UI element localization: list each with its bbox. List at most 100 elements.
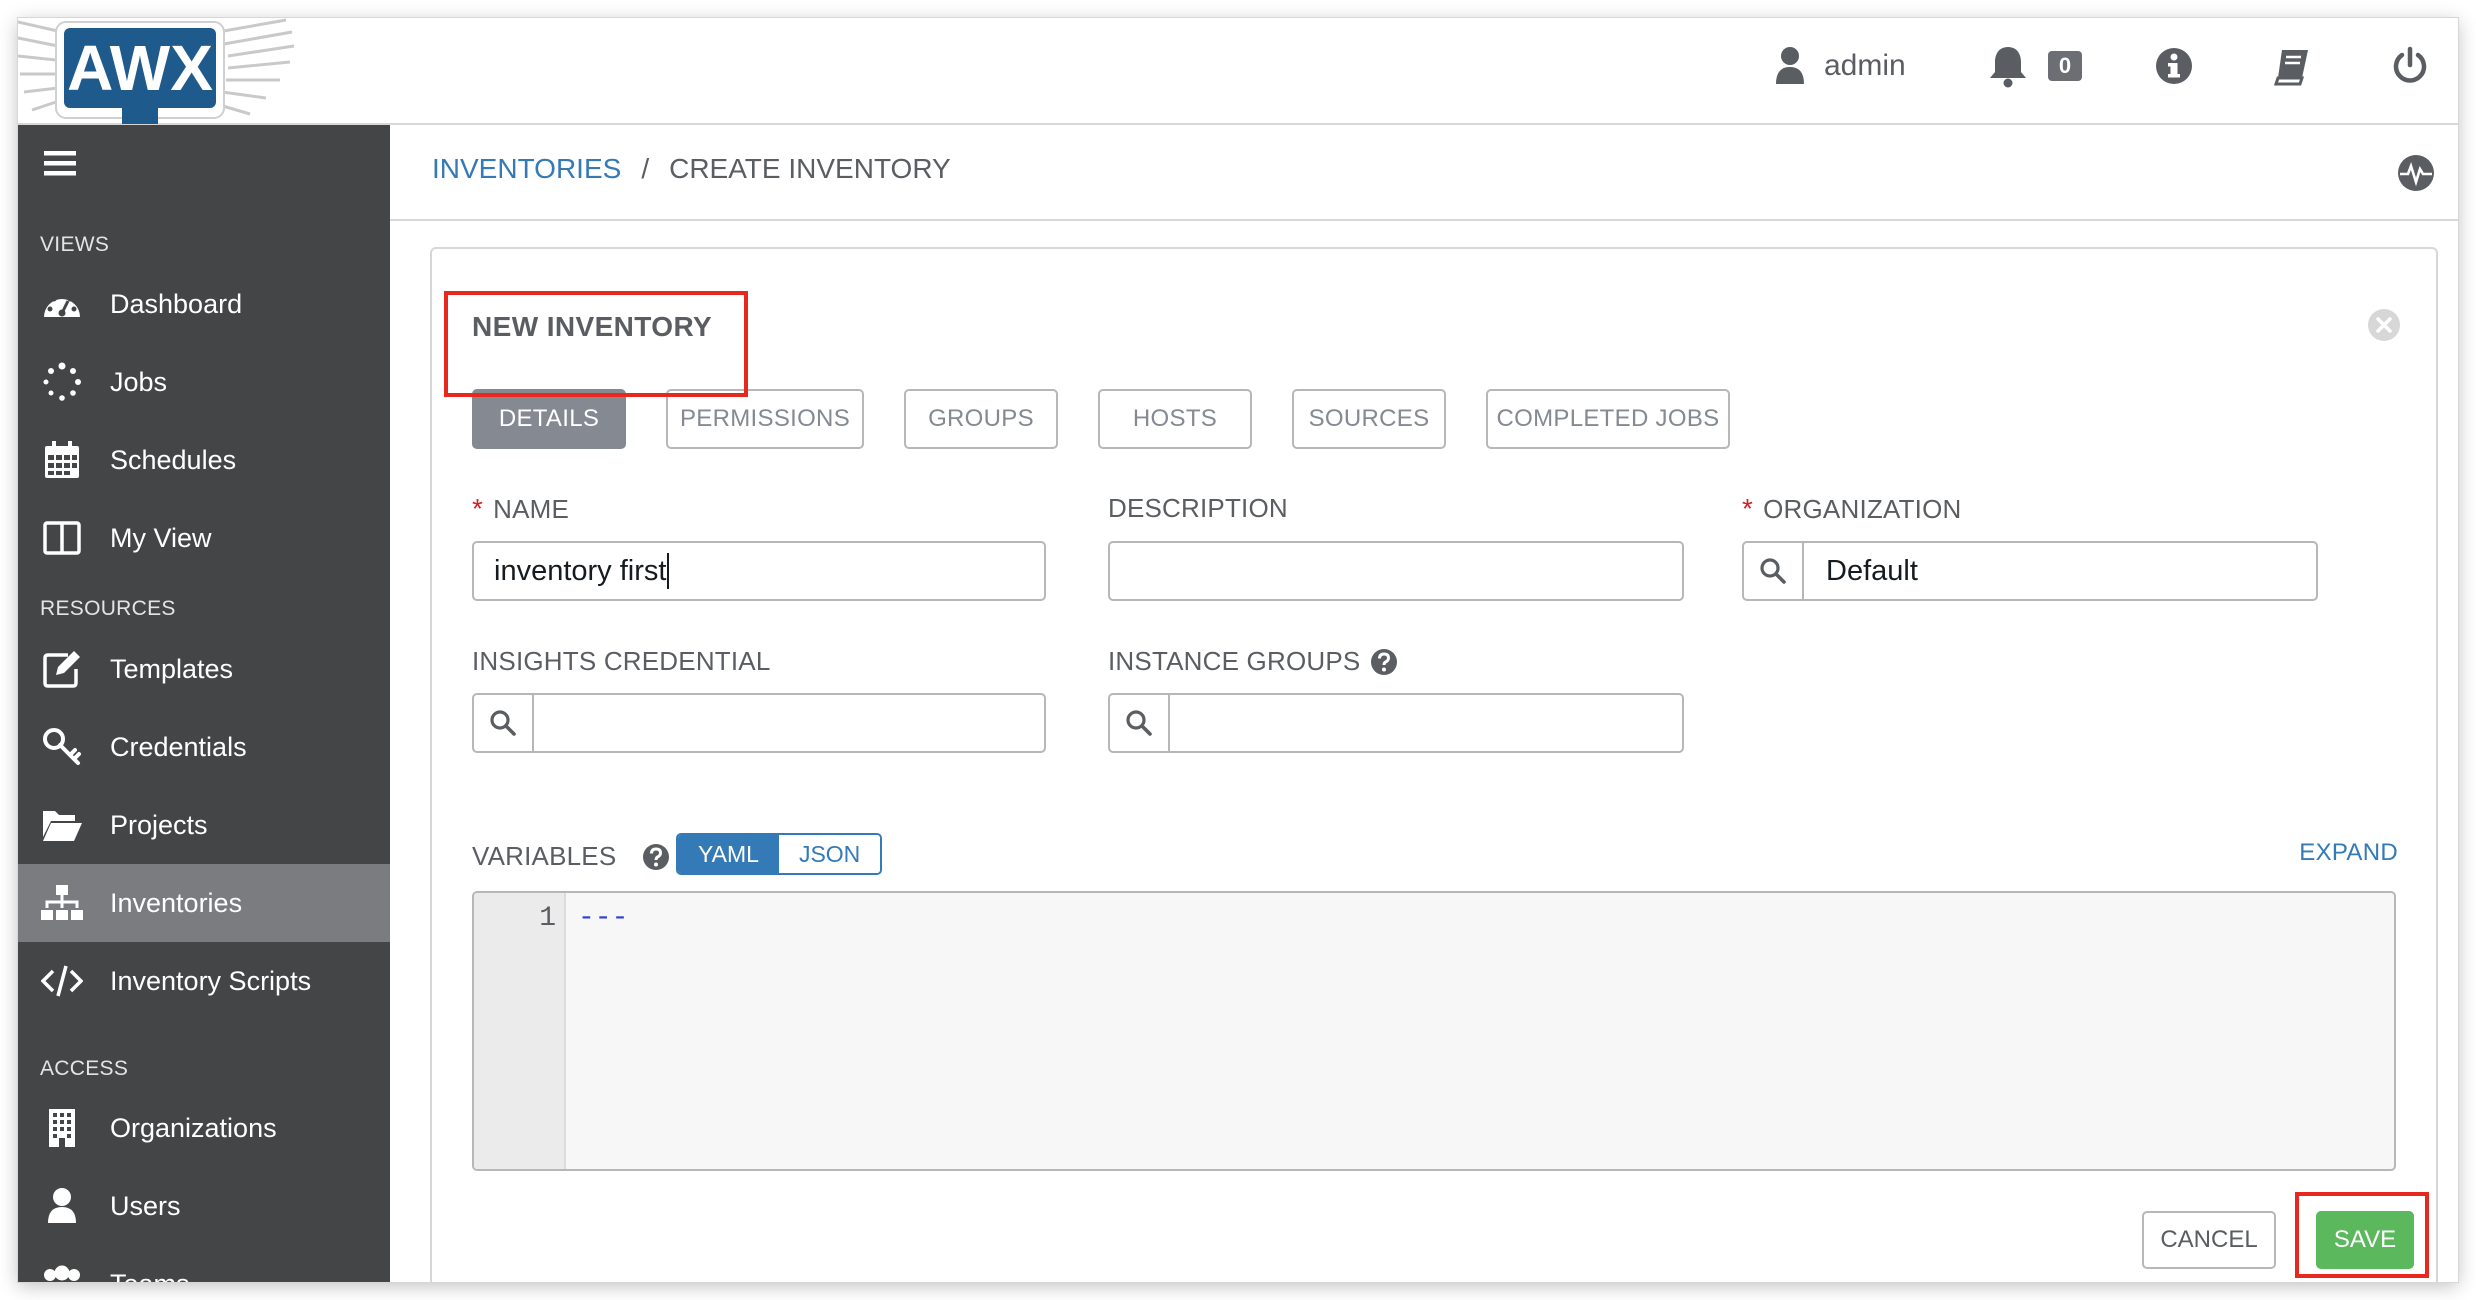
insights-credential-label: INSIGHTS CREDENTIAL: [472, 646, 771, 677]
variables-label: VARIABLES: [472, 841, 670, 872]
description-input[interactable]: [1108, 541, 1684, 601]
notifications[interactable]: 0: [1988, 42, 2082, 90]
insights-credential-value[interactable]: [534, 695, 1044, 751]
hamburger-menu-icon[interactable]: [40, 143, 80, 183]
name-input-value: inventory first: [494, 554, 667, 587]
close-icon[interactable]: [2366, 307, 2402, 343]
top-header: AWX admin 0: [18, 18, 2458, 125]
insights-credential-label-text: INSIGHTS CREDENTIAL: [472, 646, 771, 676]
sidebar-item-label: Inventory Scripts: [110, 965, 312, 996]
name-input[interactable]: inventory first: [472, 541, 1046, 601]
search-icon: [490, 710, 516, 736]
code-line[interactable]: ---: [578, 903, 628, 934]
columns-icon: [36, 518, 88, 558]
instance-groups-label-text: INSTANCE GROUPS: [1108, 646, 1361, 676]
user-icon: [1776, 47, 1804, 84]
sidebar-item-inventories[interactable]: Inventories: [18, 864, 390, 942]
bell-icon[interactable]: [1988, 44, 2028, 88]
organization-search-button[interactable]: [1744, 543, 1804, 599]
tab-hosts[interactable]: HOSTS: [1098, 389, 1252, 449]
sidebar-item-organizations[interactable]: Organizations: [18, 1089, 390, 1167]
organization-lookup[interactable]: Default: [1742, 541, 2318, 601]
line-gutter: 1: [474, 893, 566, 1169]
sidebar-item-label: Schedules: [110, 444, 237, 475]
yaml-toggle[interactable]: YAML: [678, 835, 779, 873]
variables-format-toggle: YAML JSON: [676, 833, 883, 875]
breadcrumb-inventories-link[interactable]: INVENTORIES: [432, 153, 621, 185]
jobs-spinner-icon: [36, 362, 88, 402]
tab-sources[interactable]: SOURCES: [1292, 389, 1446, 449]
sidebar-item-projects[interactable]: Projects: [18, 786, 390, 864]
tab-completed-jobs[interactable]: COMPLETED JOBS: [1486, 389, 1730, 449]
sidebar-item-dashboard[interactable]: Dashboard: [18, 265, 390, 343]
save-button[interactable]: SAVE: [2316, 1211, 2414, 1269]
user-menu[interactable]: admin: [1774, 42, 1906, 90]
code-icon: [36, 961, 88, 1001]
sidebar-item-users[interactable]: Users: [18, 1167, 390, 1245]
breadcrumb-current: CREATE INVENTORY: [669, 153, 951, 184]
breadcrumb-bar: INVENTORIES / CREATE INVENTORY: [390, 125, 2458, 221]
required-marker: *: [472, 493, 484, 524]
help-icon[interactable]: [1370, 648, 1398, 676]
insights-credential-lookup[interactable]: [472, 693, 1046, 753]
text-caret: [667, 553, 670, 589]
docs-book-icon[interactable]: [2268, 42, 2316, 90]
json-toggle[interactable]: JSON: [778, 835, 881, 873]
sidebar: VIEWS Dashboard Jobs Schedules My View R…: [18, 125, 390, 1282]
sidebar-item-label: Organizations: [110, 1112, 277, 1143]
sidebar-item-label: Templates: [110, 653, 234, 684]
search-icon: [1126, 710, 1152, 736]
cancel-button[interactable]: CANCEL: [2142, 1211, 2276, 1269]
users-icon: [36, 1264, 88, 1282]
sidebar-item-label: Dashboard: [110, 288, 243, 319]
activity-stream-icon[interactable]: [2396, 153, 2436, 193]
sidebar-item-label: Projects: [110, 809, 208, 840]
sidebar-item-jobs[interactable]: Jobs: [18, 343, 390, 421]
insights-credential-search-button[interactable]: [474, 695, 534, 751]
instance-groups-label: INSTANCE GROUPS: [1108, 646, 1398, 677]
instance-groups-value[interactable]: [1170, 695, 1682, 751]
tab-groups[interactable]: GROUPS: [904, 389, 1058, 449]
user-icon: [36, 1186, 88, 1226]
tab-permissions[interactable]: PERMISSIONS: [666, 389, 864, 449]
search-icon: [1760, 558, 1786, 584]
variables-label-text: VARIABLES: [472, 841, 617, 871]
sidebar-item-credentials[interactable]: Credentials: [18, 708, 390, 786]
panel-title: NEW INVENTORY: [472, 311, 713, 342]
calendar-icon: [36, 440, 88, 480]
sitemap-icon: [36, 883, 88, 923]
sidebar-item-teams[interactable]: Teams: [18, 1245, 390, 1282]
folder-open-icon: [36, 805, 88, 845]
dashboard-icon: [36, 284, 88, 324]
expand-link[interactable]: EXPAND: [2299, 839, 2398, 867]
sidebar-item-label: Jobs: [110, 366, 168, 397]
sidebar-item-inventory-scripts[interactable]: Inventory Scripts: [18, 942, 390, 1020]
name-label: * NAME: [472, 493, 569, 525]
line-number: 1: [539, 903, 556, 934]
required-marker: *: [1742, 493, 1754, 524]
section-label-access: ACCESS: [40, 1057, 129, 1080]
sidebar-item-label: Credentials: [110, 731, 247, 762]
organization-label: * ORGANIZATION: [1742, 493, 1961, 525]
organization-value[interactable]: Default: [1804, 543, 2316, 599]
instance-groups-search-button[interactable]: [1110, 695, 1170, 751]
sidebar-item-label: Inventories: [110, 887, 243, 918]
sidebar-item-my-view[interactable]: My View: [18, 499, 390, 577]
sidebar-item-schedules[interactable]: Schedules: [18, 421, 390, 499]
variables-code-editor[interactable]: 1 ---: [472, 891, 2396, 1171]
info-icon[interactable]: [2150, 42, 2198, 90]
instance-groups-lookup[interactable]: [1108, 693, 1684, 753]
new-inventory-panel: NEW INVENTORY DETAILS PERMISSIONS GROUPS…: [430, 247, 2438, 1282]
help-icon[interactable]: [642, 843, 670, 871]
user-name[interactable]: admin: [1824, 49, 1906, 83]
breadcrumb: INVENTORIES / CREATE INVENTORY: [432, 153, 951, 185]
power-icon[interactable]: [2386, 42, 2434, 90]
sidebar-item-label: Users: [110, 1190, 181, 1221]
sidebar-item-templates[interactable]: Templates: [18, 630, 390, 708]
notification-badge: 0: [2048, 51, 2082, 81]
description-label-text: DESCRIPTION: [1108, 493, 1288, 523]
tab-details[interactable]: DETAILS: [472, 389, 626, 449]
organization-label-text: ORGANIZATION: [1763, 493, 1962, 524]
awx-logo[interactable]: AWX: [18, 18, 318, 125]
breadcrumb-separator: /: [641, 153, 650, 184]
